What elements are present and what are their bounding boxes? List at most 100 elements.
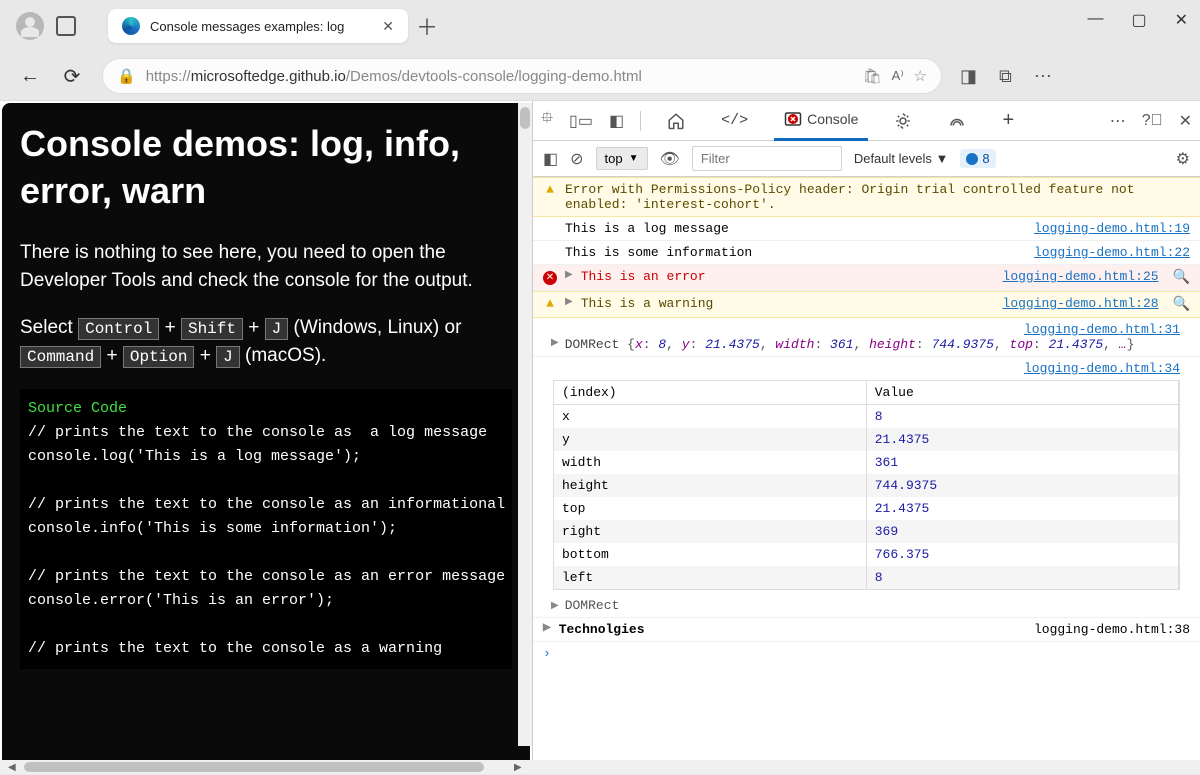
scrollbar-thumb[interactable]	[520, 107, 530, 129]
favorite-icon[interactable]: ☆	[914, 67, 927, 85]
console-table: (index) Value x8y21.4375width361height74…	[554, 381, 1179, 589]
console-group[interactable]: ▶ Technolgies logging-demo.html:38	[533, 618, 1200, 642]
devtools-panel: ⯐ ▯▭ ◧ </> Console + ⋯ ?⃝ ✕ ◧ ⊘ top▼	[532, 101, 1200, 760]
page-viewport: Console demos: log, info, error, warn Th…	[0, 101, 532, 760]
key-control: Control	[78, 318, 159, 340]
key-j-2: J	[216, 346, 240, 368]
close-devtools-icon[interactable]: ✕	[1179, 111, 1192, 131]
clear-console-icon[interactable]: ⊘	[570, 149, 583, 169]
close-tab-icon[interactable]: ✕	[382, 18, 394, 35]
table-row: right369	[554, 520, 1179, 543]
key-shift: Shift	[181, 318, 243, 340]
devtools-more-icon[interactable]: ⋯	[1110, 111, 1126, 131]
expand-toggle[interactable]: ▶	[543, 622, 551, 637]
table-header-index[interactable]: (index)	[554, 381, 866, 405]
filter-input[interactable]	[692, 146, 842, 171]
table-row: top21.4375	[554, 497, 1179, 520]
tab-console[interactable]: Console	[774, 101, 868, 141]
console-message-info: This is some information logging-demo.ht…	[533, 241, 1200, 265]
expand-toggle[interactable]: ▶	[565, 296, 573, 308]
refresh-button[interactable]: ⟳	[60, 64, 84, 89]
more-icon[interactable]: ⋯	[1034, 66, 1052, 87]
scrollbar-thumb[interactable]	[24, 762, 484, 772]
console-message-warning: ▲ ▶ This is a warning logging-demo.html:…	[533, 291, 1200, 318]
url-text: https://microsoftedge.github.io/Demos/de…	[146, 68, 853, 85]
tab-elements[interactable]: </>	[711, 101, 758, 141]
table-row: bottom766.375	[554, 543, 1179, 566]
context-selector[interactable]: top▼	[596, 147, 648, 170]
minimize-button[interactable]: —	[1087, 10, 1103, 30]
expand-toggle[interactable]: ▶	[565, 269, 573, 281]
live-expression-icon[interactable]: 👁	[660, 149, 680, 169]
edge-favicon	[122, 17, 140, 35]
error-badge-icon	[788, 114, 806, 132]
search-error-icon[interactable]: 🔍	[1173, 296, 1190, 313]
browser-tab-strip: Console messages examples: log ✕ ＋ — ▢ ✕	[0, 0, 1200, 52]
address-bar: ← ⟳ 🔒 https://microsoftedge.github.io/De…	[0, 52, 1200, 100]
shopping-icon[interactable]: 🛍	[863, 67, 882, 85]
console-message-object: logging-demo.html:31 ▶ DOMRect {x: 8, y:…	[533, 318, 1200, 357]
issues-badge[interactable]: 8	[960, 149, 995, 168]
console-message-warning: ▲ Error with Permissions-Policy header: …	[533, 177, 1200, 217]
devtools-tab-bar: ⯐ ▯▭ ◧ </> Console + ⋯ ?⃝ ✕	[533, 101, 1200, 141]
scroll-left-arrow[interactable]: ◀	[4, 760, 20, 775]
key-j: J	[265, 318, 289, 340]
back-button[interactable]: ←	[18, 65, 42, 88]
expand-toggle[interactable]: ▶	[551, 600, 559, 612]
code-block: Source Code // prints the text to the co…	[20, 389, 512, 669]
key-command: Command	[20, 346, 101, 368]
key-option: Option	[123, 346, 195, 368]
error-icon: ✕	[543, 269, 557, 285]
toggle-sidebar-icon[interactable]: ◧	[543, 149, 558, 169]
table-row: x8	[554, 405, 1179, 429]
tab-sources[interactable]	[884, 101, 922, 141]
collections-icon[interactable]: ⧉	[999, 66, 1012, 87]
help-icon[interactable]: ?⃝	[1142, 112, 1163, 130]
page-scrollbar-horizontal[interactable]: ◀ ▶	[0, 760, 1200, 774]
profile-avatar[interactable]	[16, 12, 44, 40]
scroll-right-arrow[interactable]: ▶	[510, 760, 526, 775]
console-settings-icon[interactable]: ⚙	[1176, 149, 1190, 169]
table-header-value[interactable]: Value	[866, 381, 1178, 405]
table-row: left8	[554, 566, 1179, 589]
source-link[interactable]: logging-demo.html:31	[1024, 322, 1180, 337]
source-link[interactable]: logging-demo.html:25	[1003, 269, 1159, 284]
browser-tab[interactable]: Console messages examples: log ✕	[108, 9, 408, 43]
console-prompt[interactable]: ›	[533, 642, 1200, 665]
keyboard-instructions: Select Control + Shift + J (Windows, Lin…	[20, 314, 512, 371]
close-window-button[interactable]: ✕	[1175, 10, 1188, 30]
workspaces-icon[interactable]	[56, 16, 76, 36]
tab-title: Console messages examples: log	[150, 19, 372, 34]
source-link[interactable]: logging-demo.html:19	[1034, 221, 1190, 236]
source-link[interactable]: logging-demo.html:28	[1003, 296, 1159, 311]
lock-icon[interactable]: 🔒	[117, 67, 136, 85]
tab-network[interactable]	[938, 101, 976, 141]
console-message-error: ✕ ▶ This is an error logging-demo.html:2…	[533, 265, 1200, 291]
page-paragraph: There is nothing to see here, you need t…	[20, 239, 512, 296]
page-scrollbar-vertical[interactable]	[518, 103, 532, 746]
inspect-element-icon[interactable]: ⯐	[541, 107, 553, 134]
table-row: y21.4375	[554, 428, 1179, 451]
dock-side-icon[interactable]: ◧	[609, 111, 624, 131]
new-tab-button[interactable]: ＋	[416, 10, 438, 42]
split-screen-icon[interactable]: ◨	[960, 66, 977, 87]
search-error-icon[interactable]: 🔍	[1173, 269, 1190, 286]
source-link[interactable]: logging-demo.html:38	[1034, 622, 1190, 637]
warning-icon: ▲	[543, 296, 557, 311]
read-aloud-icon[interactable]: A⁾	[892, 68, 904, 84]
warning-icon: ▲	[543, 182, 557, 197]
device-toolbar-icon[interactable]: ▯▭	[569, 111, 593, 131]
table-row: width361	[554, 451, 1179, 474]
issue-dot-icon	[966, 153, 978, 165]
maximize-button[interactable]: ▢	[1131, 10, 1146, 30]
log-levels-dropdown[interactable]: Default levels ▼	[854, 151, 949, 166]
more-tabs-button[interactable]: +	[992, 101, 1024, 141]
expand-toggle[interactable]: ▶	[551, 337, 559, 349]
page-heading: Console demos: log, info, error, warn	[20, 121, 512, 215]
tab-welcome[interactable]	[657, 101, 695, 141]
console-messages: ▲ Error with Permissions-Policy header: …	[533, 177, 1200, 760]
source-link[interactable]: logging-demo.html:34	[1024, 361, 1180, 376]
url-field[interactable]: 🔒 https://microsoftedge.github.io/Demos/…	[102, 58, 942, 94]
console-message-log: This is a log message logging-demo.html:…	[533, 217, 1200, 241]
source-link[interactable]: logging-demo.html:22	[1034, 245, 1190, 260]
